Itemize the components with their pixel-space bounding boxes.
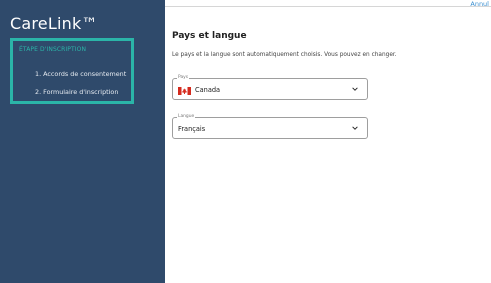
country-select[interactable]: Pays Canada [172,75,368,100]
language-value: Français [178,125,206,133]
page-title: Pays et langue [172,31,247,41]
country-value: Canada [195,86,221,94]
chevron-down-icon [352,126,358,130]
header-divider [165,6,491,7]
page-description: Le pays et la langue sont automatiquemen… [172,52,397,58]
registration-steps-panel: ÉTAPE D'INSCRIPTION 1. Accords de consen… [10,38,134,104]
language-select[interactable]: Langue Français [172,114,368,139]
sidebar: CareLink™ ÉTAPE D'INSCRIPTION 1. Accords… [0,0,165,283]
step-consent-agreements[interactable]: 1. Accords de consentement [35,70,126,78]
canada-flag-icon [178,87,191,95]
step-registration-form[interactable]: 2. Formulaire d'inscription [35,88,118,96]
brand-logo: CareLink™ [10,14,98,33]
chevron-down-icon [352,87,358,91]
country-field-label: Pays [177,75,190,80]
cancel-link[interactable]: Annul [470,0,489,8]
steps-heading: ÉTAPE D'INSCRIPTION [19,46,87,53]
language-field-label: Langue [177,114,196,119]
